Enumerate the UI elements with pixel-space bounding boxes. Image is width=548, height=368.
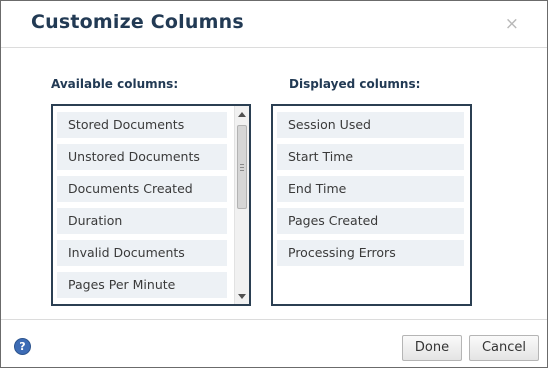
- displayed-columns-label: Displayed columns:: [289, 77, 421, 91]
- displayed-columns-list[interactable]: Session Used Start Time End Time Pages C…: [271, 104, 472, 306]
- list-item[interactable]: Stored Documents: [57, 112, 227, 138]
- grip-line: [240, 170, 244, 171]
- available-list-scrollbar[interactable]: [234, 106, 249, 304]
- list-item[interactable]: Start Time: [277, 144, 464, 170]
- scroll-thumb[interactable]: [237, 125, 247, 209]
- list-item[interactable]: Duration: [57, 208, 227, 234]
- grip-line: [240, 167, 244, 168]
- close-icon[interactable]: ×: [505, 15, 519, 33]
- grip-line: [240, 164, 244, 165]
- cancel-button[interactable]: Cancel: [469, 335, 539, 361]
- list-item[interactable]: End Time: [277, 176, 464, 202]
- available-columns-label: Available columns:: [51, 77, 179, 91]
- dialog-header: Customize Columns ×: [1, 1, 547, 48]
- list-item[interactable]: Processing Errors: [277, 240, 464, 266]
- list-item[interactable]: Documents Created: [57, 176, 227, 202]
- help-icon[interactable]: ?: [14, 338, 31, 355]
- scroll-up-arrow-icon[interactable]: [238, 112, 246, 117]
- done-button[interactable]: Done: [402, 335, 462, 361]
- list-item[interactable]: Invalid Documents: [57, 240, 227, 266]
- list-item[interactable]: Session Used: [277, 112, 464, 138]
- list-item[interactable]: Pages Per Minute: [57, 272, 227, 298]
- customize-columns-dialog: Customize Columns × Available columns: D…: [0, 0, 548, 368]
- dialog-title: Customize Columns: [31, 11, 244, 33]
- list-item[interactable]: Pages Created: [277, 208, 464, 234]
- scroll-down-arrow-icon[interactable]: [238, 294, 246, 299]
- list-item[interactable]: Unstored Documents: [57, 144, 227, 170]
- available-columns-list[interactable]: Stored Documents Unstored Documents Docu…: [51, 104, 251, 306]
- footer-divider: [1, 319, 547, 320]
